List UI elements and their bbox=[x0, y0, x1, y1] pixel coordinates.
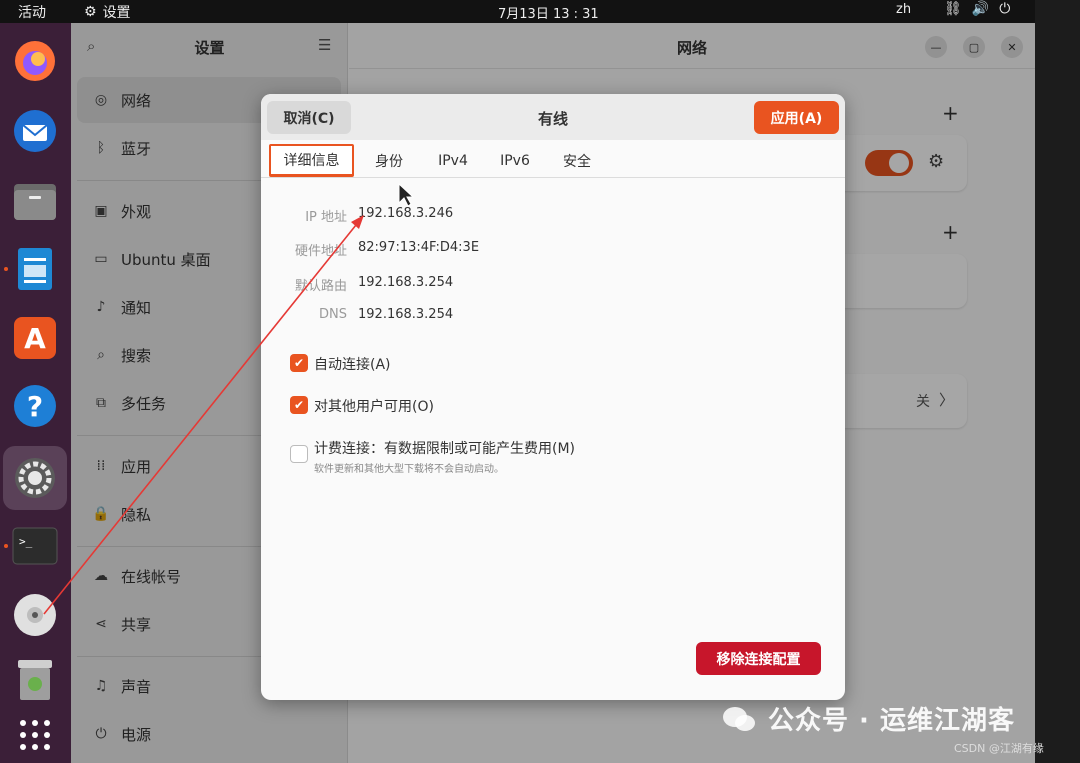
mouse-cursor bbox=[398, 182, 415, 207]
annotation-overlay bbox=[43, 182, 415, 615]
wechat-icon bbox=[723, 707, 755, 731]
annotation-arrow-line bbox=[43, 224, 357, 615]
watermark-source: CSDN @江湖有缘 bbox=[954, 742, 1044, 755]
watermark-text: 公众号 · 运维江湖客 bbox=[768, 706, 1015, 736]
annotation-arrow-head bbox=[351, 215, 364, 229]
